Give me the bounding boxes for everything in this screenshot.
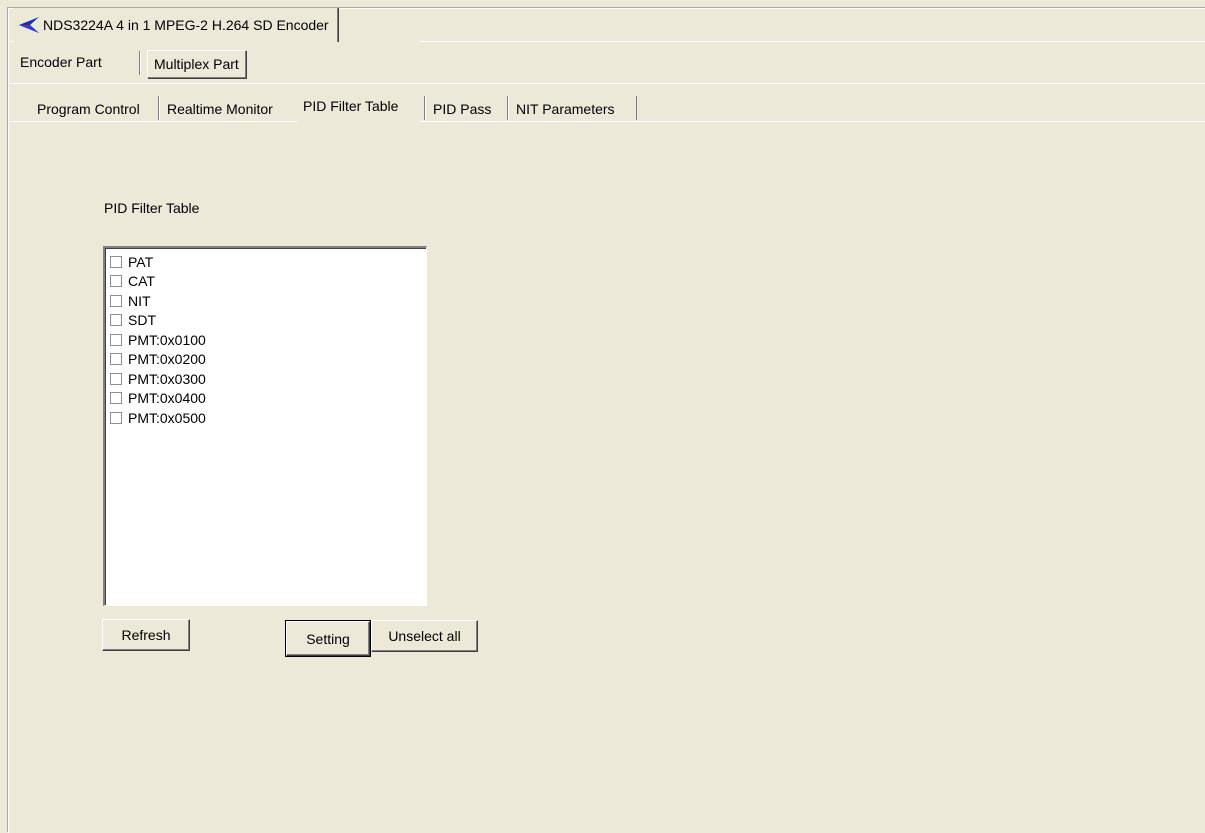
divider <box>425 96 426 120</box>
list-item[interactable]: SDT <box>105 311 426 331</box>
divider <box>9 83 1205 84</box>
checkbox[interactable] <box>110 392 122 405</box>
divider <box>508 96 509 120</box>
checkbox[interactable] <box>110 255 122 268</box>
list-item[interactable]: PMT:0x0100 <box>105 330 426 350</box>
list-item-label: PMT:0x0400 <box>128 390 206 407</box>
tab-pid-filter-table[interactable]: PID Filter Table <box>299 92 403 122</box>
pid-filter-listbox[interactable]: PAT CAT NIT SDT PMT:0x0100 PMT:0x0200 PM… <box>103 246 427 606</box>
pid-filter-table-label: PID Filter Table <box>104 200 200 216</box>
list-item[interactable]: PMT:0x0400 <box>105 389 426 409</box>
divider <box>9 121 297 122</box>
checkbox[interactable] <box>110 314 122 327</box>
list-item[interactable]: PMT:0x0300 <box>105 369 426 389</box>
checkbox[interactable] <box>110 275 122 288</box>
multiplex-part-tab[interactable]: Multiplex Part <box>147 50 246 78</box>
checkbox[interactable] <box>110 294 122 307</box>
app-title-tab[interactable]: NDS3224A 4 in 1 MPEG-2 H.264 SD Encoder <box>13 8 338 42</box>
list-item-label: SDT <box>128 312 156 329</box>
list-item-label: PMT:0x0100 <box>128 331 206 348</box>
list-item[interactable]: PAT <box>105 252 426 272</box>
tab-program-control[interactable]: Program Control <box>33 96 144 122</box>
tab-pid-pass[interactable]: PID Pass <box>429 96 495 122</box>
encoder-part-tab[interactable]: Encoder Part <box>14 49 108 75</box>
list-item[interactable]: PMT:0x0500 <box>105 408 426 428</box>
list-item-label: PMT:0x0200 <box>128 351 206 368</box>
list-item-label: PMT:0x0300 <box>128 370 206 387</box>
list-item-label: CAT <box>128 273 155 290</box>
unselect-all-button[interactable]: Unselect all <box>371 620 478 652</box>
list-item-label: PMT:0x0500 <box>128 409 206 426</box>
blue-arrow-logo-icon <box>19 17 39 33</box>
checkbox[interactable] <box>110 333 122 346</box>
divider <box>636 96 637 120</box>
list-item[interactable]: NIT <box>105 291 426 311</box>
checkbox[interactable] <box>110 372 122 385</box>
tab-realtime-monitor[interactable]: Realtime Monitor <box>163 96 277 122</box>
divider <box>9 41 13 42</box>
checkbox[interactable] <box>110 411 122 424</box>
refresh-button[interactable]: Refresh <box>102 619 190 651</box>
tab-nit-parameters[interactable]: NIT Parameters <box>512 96 619 122</box>
divider <box>140 51 141 75</box>
app-title: NDS3224A 4 in 1 MPEG-2 H.264 SD Encoder <box>43 17 329 33</box>
setting-button[interactable]: Setting <box>285 620 371 657</box>
list-item[interactable]: PMT:0x0200 <box>105 350 426 370</box>
list-item-label: NIT <box>128 292 151 309</box>
divider <box>420 121 1205 122</box>
checkbox[interactable] <box>110 353 122 366</box>
list-item[interactable]: CAT <box>105 272 426 292</box>
divider <box>420 41 1205 42</box>
list-item-label: PAT <box>128 253 154 270</box>
divider <box>159 96 160 120</box>
